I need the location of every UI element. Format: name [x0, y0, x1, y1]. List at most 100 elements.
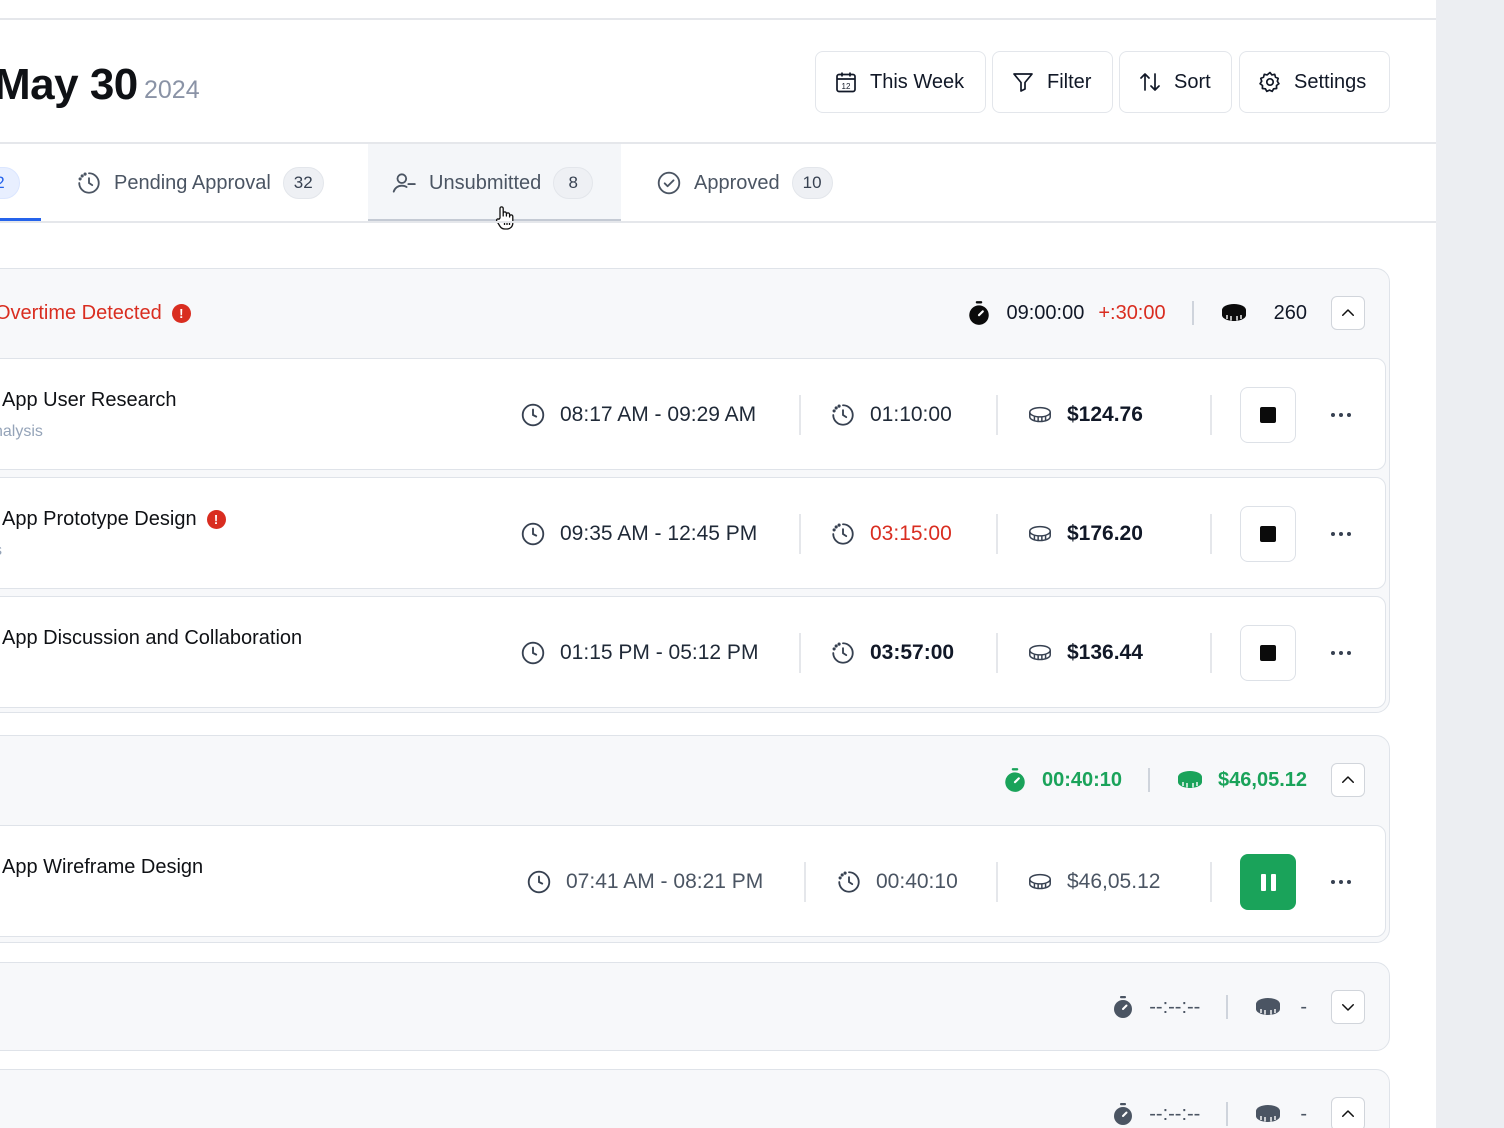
hand-cursor-icon: [495, 206, 514, 230]
time-range: 07:41 AM - 08:21 PM: [526, 826, 763, 938]
group-amount: -: [1300, 995, 1307, 1018]
stopwatch-icon: [1114, 996, 1133, 1018]
col-divider: [799, 395, 801, 435]
group-summary: 00:40:10 $46,05.12: [1002, 736, 1365, 824]
pause-button[interactable]: [1240, 854, 1296, 910]
summary-divider: [1226, 1102, 1229, 1126]
entry-title-text: App User Research: [2, 389, 177, 411]
tabs-divider: [0, 221, 1436, 223]
stop-icon: [1260, 645, 1276, 661]
group-amount: $46,05.12: [1218, 768, 1307, 791]
page-year: 2024: [144, 76, 200, 104]
expand-button[interactable]: [1331, 990, 1365, 1024]
tab-approved-label: Approved: [694, 171, 780, 194]
clock-icon: [521, 522, 545, 546]
coin-icon: [1256, 1105, 1281, 1122]
stop-button[interactable]: [1240, 506, 1296, 562]
coin-icon: [1178, 771, 1203, 788]
col-divider: [996, 514, 998, 554]
entry-title-text: App Discussion and Collaboration: [2, 627, 303, 649]
group-coins: 260: [1273, 301, 1307, 324]
amount-text: $136.44: [1067, 641, 1143, 664]
tab-unsubmitted-label: Unsubmitted: [429, 171, 542, 194]
stop-button[interactable]: [1240, 625, 1296, 681]
tab-pending-approval[interactable]: Pending Approval 32: [76, 144, 324, 222]
more-options-button[interactable]: [1323, 864, 1359, 900]
duration-icon: [832, 523, 854, 545]
more-options-button[interactable]: [1323, 635, 1359, 671]
tab-unsubmitted-count: 8: [553, 167, 594, 199]
coin-icon: [1256, 998, 1281, 1015]
duration-text: 03:57:00: [870, 641, 955, 664]
stopwatch-icon: [969, 301, 990, 325]
right-panel-edge: [1436, 0, 1504, 1128]
entry-subtitle: nalysis: [0, 423, 43, 440]
stop-icon: [1260, 407, 1276, 423]
filter-icon: [1013, 73, 1033, 92]
col-divider: [804, 862, 806, 902]
settings-label: Settings: [1294, 70, 1367, 93]
col-divider: [996, 633, 998, 673]
more-options-button[interactable]: [1323, 516, 1359, 552]
group-summary: --:--:-- -: [1111, 963, 1365, 1051]
entry-row[interactable]: App User Research nalysis 08:17 AM - 09:…: [0, 358, 1386, 470]
check-circle-icon: [657, 171, 681, 195]
settings-button[interactable]: Settings: [1239, 51, 1390, 113]
entry-title-text: App Prototype Design: [2, 508, 197, 530]
entry-row[interactable]: App Prototype Design! s 09:35 AM - 12:45…: [0, 477, 1386, 589]
summary-divider: [1226, 995, 1229, 1019]
time-range: 08:17 AM - 09:29 AM: [520, 359, 756, 471]
stop-button[interactable]: [1240, 387, 1296, 443]
entry-group-running: 00:40:10 $46,05.12 App Wireframe Design …: [0, 735, 1390, 943]
coin-icon: [1029, 525, 1051, 542]
stopwatch-icon: [1005, 768, 1025, 792]
entry-group-empty: --:--:-- -: [0, 962, 1390, 1051]
amount-text: $46,05.12: [1067, 870, 1161, 893]
entry-title: App Discussion and Collaboration: [2, 627, 302, 650]
more-options-button[interactable]: [1323, 397, 1359, 433]
this-week-button[interactable]: 12 This Week: [815, 51, 986, 113]
tab-all-count: 2: [0, 167, 20, 199]
duration-text: 00:40:10: [876, 870, 958, 893]
time-range-text: 07:41 AM - 08:21 PM: [566, 870, 764, 893]
time-range-text: 08:17 AM - 09:29 AM: [560, 403, 757, 426]
group-total-time: --:--:--: [1149, 1102, 1201, 1125]
collapse-button[interactable]: [1331, 296, 1365, 330]
group-total-time: --:--:--: [1149, 995, 1201, 1018]
duration: 03:57:00: [830, 597, 954, 709]
sort-button[interactable]: Sort: [1119, 51, 1232, 113]
filter-button[interactable]: Filter: [992, 51, 1113, 113]
col-divider: [996, 395, 998, 435]
entry-row[interactable]: App Discussion and Collaboration 01:15 P…: [0, 596, 1386, 708]
collapse-button[interactable]: [1331, 763, 1365, 797]
tab-all[interactable]: 2: [0, 144, 40, 222]
chevron-up-icon: [1342, 776, 1354, 783]
entry-group-empty: --:--:-- -: [0, 1069, 1390, 1128]
gear-icon: [1259, 71, 1280, 93]
amount: $124.76: [1027, 359, 1143, 471]
coin-icon: [1029, 873, 1051, 890]
group-total-time: 00:40:10: [1041, 768, 1123, 791]
user-minus-icon: [392, 173, 416, 193]
group-summary: --:--:-- -: [1111, 1070, 1365, 1128]
collapse-button[interactable]: [1331, 1097, 1365, 1128]
warning-icon: !: [206, 510, 226, 529]
chevron-up-icon: [1342, 1110, 1354, 1117]
entry-title: App User Research: [2, 389, 177, 412]
summary-divider: [1148, 768, 1151, 792]
group-summary: 09:00:00 +:30:00 260: [966, 269, 1365, 357]
col-divider: [996, 862, 998, 902]
tab-pending-count: 32: [282, 167, 324, 199]
filter-label: Filter: [1047, 70, 1092, 93]
group-header: --:--:-- -: [0, 963, 1389, 1051]
group-overtime: +:30:00: [1098, 301, 1166, 324]
clock-icon: [527, 870, 551, 894]
col-divider: [1210, 633, 1212, 673]
this-week-label: This Week: [870, 70, 965, 93]
summary-divider: [1191, 301, 1194, 325]
tab-approved[interactable]: Approved 10: [656, 144, 833, 222]
overtime-alert-label: Overtime Detected: [0, 301, 162, 324]
entry-title-text: App Wireframe Design: [2, 856, 204, 878]
entry-row[interactable]: App Wireframe Design 07:41 AM - 08:21 PM…: [0, 825, 1386, 937]
chevron-up-icon: [1342, 309, 1354, 316]
